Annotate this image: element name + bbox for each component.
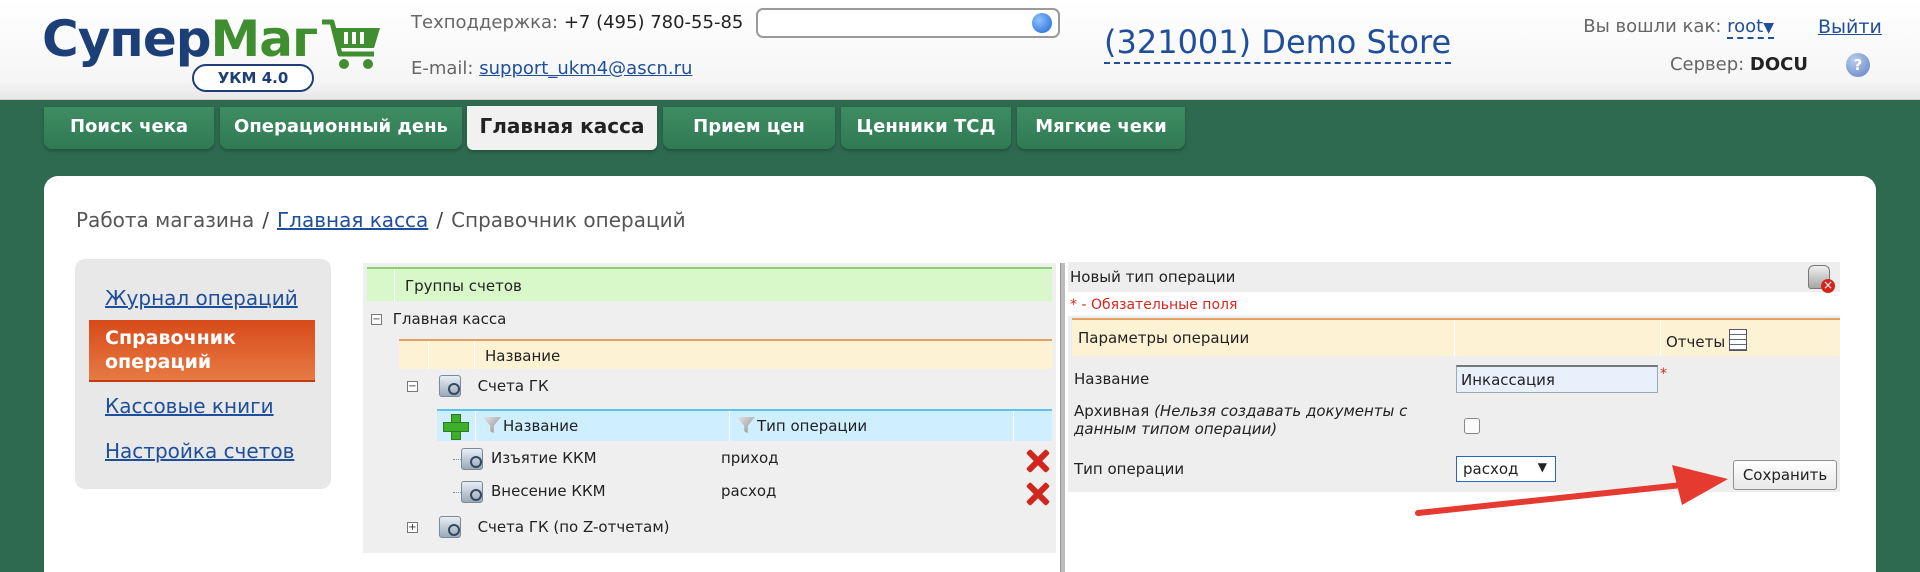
tab-soft-receipts[interactable]: Мягкие чеки <box>1017 107 1185 149</box>
operations-grid-header: Название Тип операции <box>437 409 1052 441</box>
support-phone-line: Техподдержка: +7 (495) 780-55-85 <box>411 12 743 33</box>
tree-node-gk-accounts[interactable]: − Счета ГК <box>407 375 549 397</box>
reports-label: Отчеты <box>1666 333 1726 351</box>
user-name: root <box>1727 16 1764 37</box>
nav-item-operations-directory[interactable]: Справочник операций <box>89 320 315 382</box>
tab-receipt-search[interactable]: Поиск чека <box>44 107 214 149</box>
search-box <box>756 8 1060 38</box>
annotation-arrow-icon <box>1415 465 1728 516</box>
tree-header-label: Группы счетов <box>405 277 522 295</box>
tree-node-label: Счета ГК (по Z-отчетам) <box>477 517 670 536</box>
server-info: Сервер: DOCU <box>1670 54 1808 75</box>
expand-icon[interactable]: + <box>407 521 418 533</box>
required-fields-note: * - Обязательные поля <box>1070 297 1238 313</box>
support-label: Техподдержка: <box>411 12 559 33</box>
email-label: E-mail: <box>411 58 474 79</box>
tab-operational-day[interactable]: Операционный день <box>220 107 462 149</box>
filter-icon[interactable] <box>483 417 501 433</box>
breadcrumb-root: Работа магазина <box>76 208 255 232</box>
column-name[interactable]: Название <box>483 417 578 435</box>
delete-record-icon[interactable] <box>1808 265 1835 293</box>
operation-type: приход <box>721 449 779 467</box>
nav-item-account-settings[interactable]: Настройка счетов <box>105 439 294 463</box>
column-name-label: Название <box>503 417 579 435</box>
breadcrumb-main-cash-link[interactable]: Главная касса <box>277 208 428 232</box>
support-email-line: E-mail: support_ukm4@ascn.ru <box>411 58 692 79</box>
cart-icon <box>322 19 380 69</box>
chevron-down-icon: ▼ <box>1763 20 1774 36</box>
operation-name: Изъятие ККМ <box>491 449 597 467</box>
help-icon[interactable]: ? <box>1846 53 1870 77</box>
operation-name: Внесение ККМ <box>491 482 606 500</box>
params-header-label: Параметры операции <box>1078 329 1250 347</box>
breadcrumb-separator: / <box>262 208 269 232</box>
params-header: Параметры операции Отчеты <box>1072 318 1840 356</box>
name-field[interactable] <box>1456 365 1658 393</box>
server-name: DOCU <box>1749 54 1808 75</box>
operation-icon <box>461 481 483 503</box>
logged-in-label: Вы вошли как: <box>1583 16 1722 37</box>
nav-item-cash-books[interactable]: Кассовые книги <box>105 394 274 418</box>
search-icon[interactable] <box>1032 13 1052 33</box>
breadcrumb: Работа магазина / Главная касса / Справочник… <box>76 208 686 232</box>
search-input[interactable] <box>766 13 1026 33</box>
add-icon[interactable] <box>443 414 469 440</box>
tree-node-label: Главная касса <box>392 310 507 328</box>
tree-node-gk-z-accounts[interactable]: + Счета ГК (по Z-отчетам) <box>407 516 670 538</box>
tree-header: Группы счетов <box>367 267 1052 301</box>
name-label: Название <box>1074 370 1150 388</box>
delete-icon[interactable] <box>1025 449 1049 473</box>
support-phone: +7 (495) 780-55-85 <box>563 12 744 33</box>
archive-label: Архивная (Нельзя создавать документы с д… <box>1074 402 1408 438</box>
save-button[interactable]: Сохранить <box>1733 460 1837 490</box>
account-groups-tree: Группы счетов − Главная касса Название −… <box>363 263 1056 553</box>
collapse-icon[interactable]: − <box>407 380 418 392</box>
header: СуперМаг УКМ 4.0 Техподдержка: +7 (495) … <box>0 0 1920 100</box>
login-info: Вы вошли как: root▼ <box>1583 16 1774 39</box>
tab-main-cash[interactable]: Главная касса <box>467 106 657 150</box>
column-type-label: Тип операции <box>757 417 868 435</box>
panel-splitter[interactable] <box>1060 263 1065 572</box>
required-star: * <box>1660 366 1667 382</box>
logo-text-part1: Супер <box>42 10 212 68</box>
form-title-bar: Новый тип операции <box>1068 262 1840 293</box>
version-badge: УКМ 4.0 <box>192 64 314 92</box>
collapse-icon[interactable]: − <box>371 314 382 325</box>
account-folder-icon <box>438 375 461 397</box>
account-folder-icon <box>438 516 461 538</box>
logo-text-part2: Маг <box>210 10 319 68</box>
reports-button[interactable]: Отчеты <box>1666 329 1748 351</box>
tree-node-main-cash[interactable]: − Главная касса <box>371 310 506 328</box>
logout-link[interactable]: Выйти <box>1818 16 1882 38</box>
column-operation-type[interactable]: Тип операции <box>737 417 867 435</box>
logo[interactable]: СуперМаг УКМ 4.0 <box>42 8 380 92</box>
filter-icon[interactable] <box>737 417 755 433</box>
archive-checkbox[interactable] <box>1464 418 1480 434</box>
breadcrumb-current: Справочник операций <box>451 208 686 232</box>
store-selector[interactable]: (321001) Demo Store <box>1104 22 1452 64</box>
server-label: Сервер: <box>1669 54 1745 75</box>
operation-type: расход <box>721 482 777 500</box>
support-email-link[interactable]: support_ukm4@ascn.ru <box>479 58 692 79</box>
tree-node-label: Счета ГК <box>477 376 549 395</box>
tab-price-receive[interactable]: Прием цен <box>663 107 835 149</box>
name-column-label: Название <box>485 347 561 365</box>
breadcrumb-separator: / <box>436 208 444 232</box>
name-column-header: Название <box>399 339 1052 369</box>
operation-type-label: Тип операции <box>1074 460 1185 478</box>
operation-icon <box>461 448 483 470</box>
tab-tsd-labels[interactable]: Ценники ТСД <box>841 107 1011 149</box>
report-icon <box>1729 329 1748 351</box>
nav-item-operations-journal[interactable]: Журнал операций <box>105 286 298 310</box>
form-title: Новый тип операции <box>1070 268 1236 286</box>
user-menu[interactable]: root▼ <box>1727 16 1774 39</box>
left-navigation: Журнал операций Справочник операций Касс… <box>75 259 331 489</box>
delete-icon[interactable] <box>1025 482 1049 506</box>
